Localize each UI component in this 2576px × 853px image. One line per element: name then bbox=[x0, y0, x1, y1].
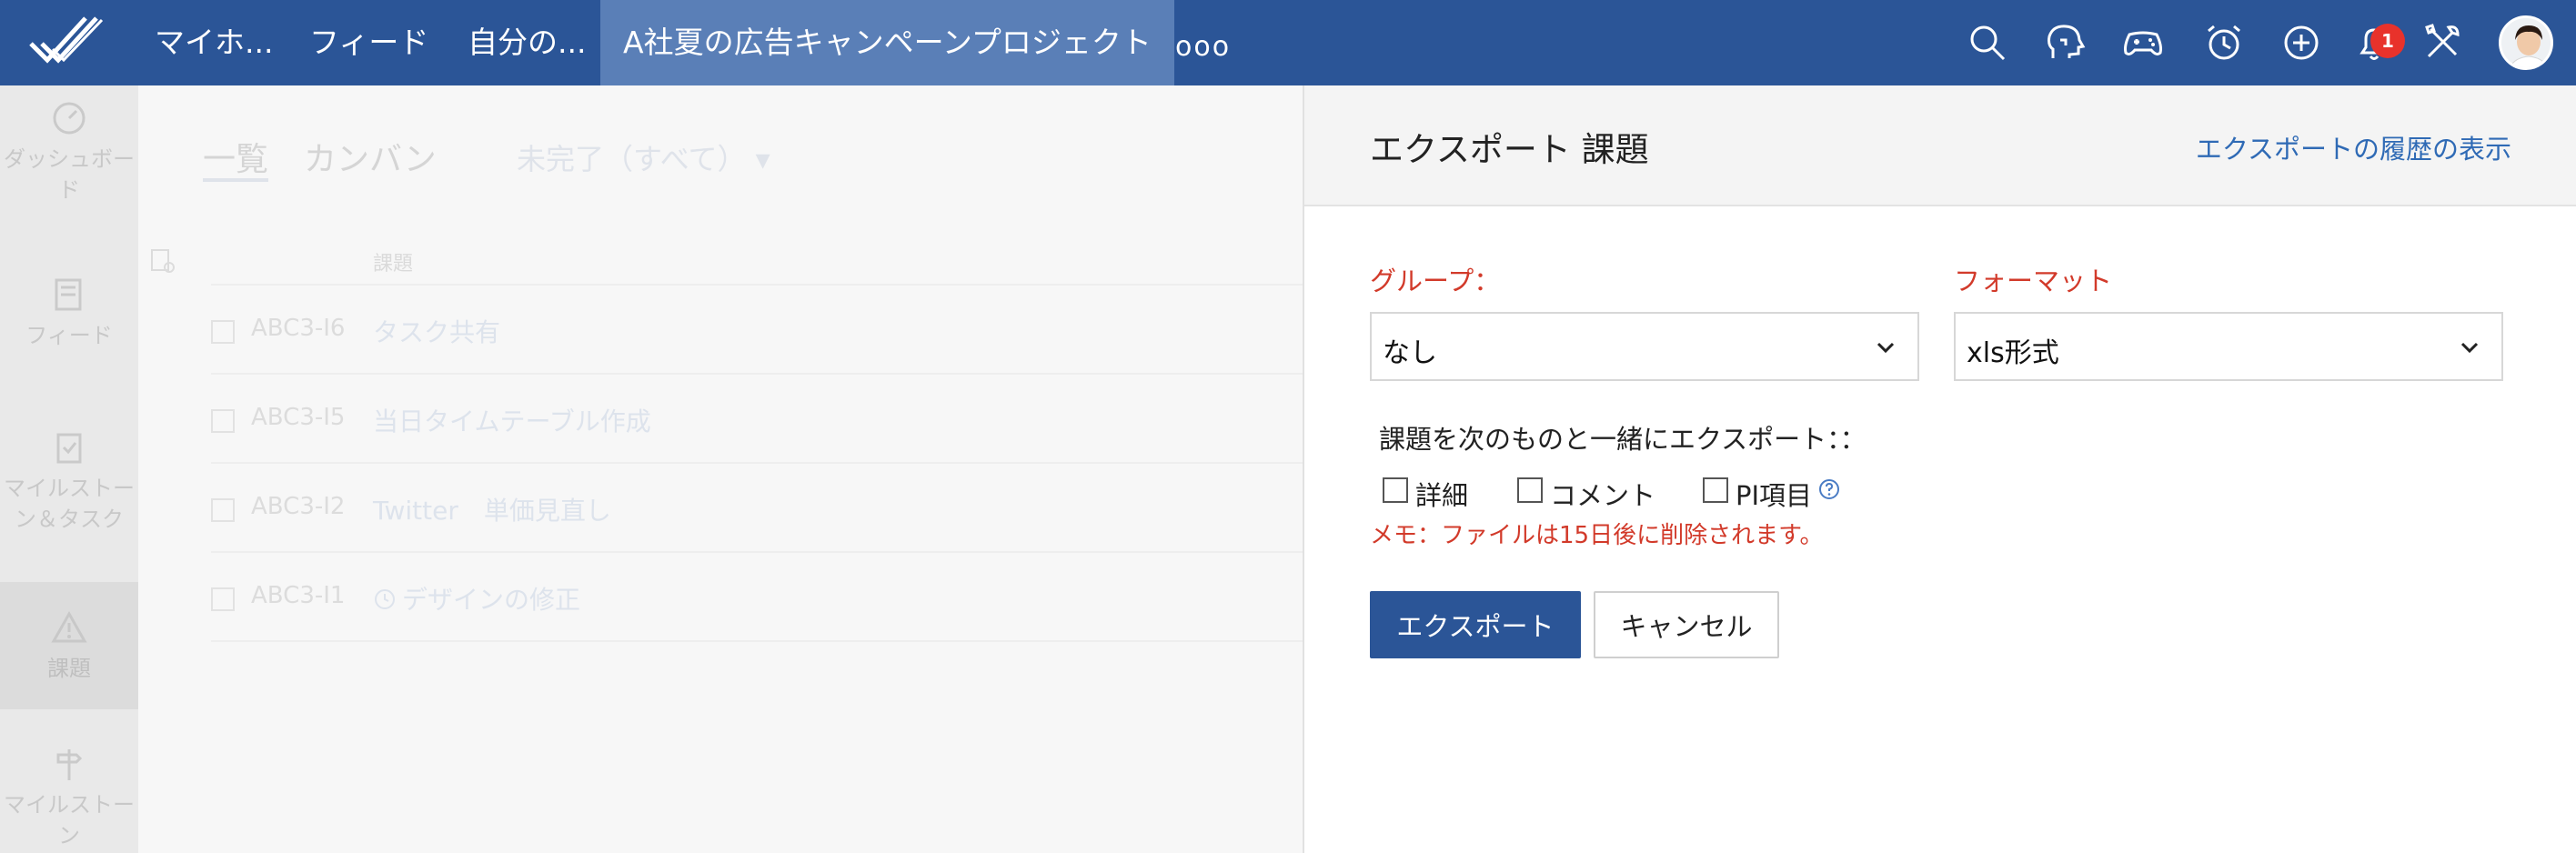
chevron-down-icon bbox=[2460, 342, 2479, 354]
sidebar-item-milestones[interactable]: マイルストーン bbox=[0, 746, 138, 851]
export-button[interactable]: エクスポート bbox=[1370, 591, 1581, 658]
export-with-label: 課題を次のものと一緒にエクスポート：： bbox=[1379, 424, 1867, 455]
sidebar-item-label: フィード bbox=[25, 323, 113, 348]
table-row: ABC3-I5 当日タイムテーブル作成 bbox=[211, 375, 1303, 464]
checkbox-label: コメント bbox=[1550, 480, 1656, 511]
cancel-button[interactable]: キャンセル bbox=[1594, 591, 1779, 658]
user-avatar[interactable] bbox=[2499, 15, 2553, 70]
checkbox-box[interactable] bbox=[1383, 477, 1408, 503]
issue-title: タスク共有 bbox=[373, 317, 501, 347]
row-checkbox bbox=[211, 587, 235, 611]
group-label: グループ： bbox=[1370, 266, 1501, 296]
table-row: ABC3-I1 デザインの修正 bbox=[211, 553, 1303, 642]
chat-icon[interactable] bbox=[2044, 22, 2086, 64]
retention-note: メモ：ファイルは15日後に削除されます。 bbox=[1370, 522, 1824, 549]
add-icon[interactable] bbox=[2280, 22, 2322, 64]
app-logo-icon[interactable] bbox=[27, 13, 106, 71]
checkbox-label: 詳細 bbox=[1415, 480, 1469, 511]
checkbox-box[interactable] bbox=[1517, 477, 1543, 503]
sidebar-item-feed[interactable]: フィード bbox=[0, 276, 138, 351]
issue-id: ABC3-I1 bbox=[251, 582, 346, 609]
row-checkbox bbox=[211, 498, 235, 522]
search-icon[interactable] bbox=[1967, 22, 2008, 64]
issue-title: 当日タイムテーブル作成 bbox=[373, 406, 651, 437]
table-row: ABC3-I2 Twitter 単価見直し bbox=[211, 464, 1303, 553]
issue-id: ABC3-I6 bbox=[251, 315, 346, 342]
clock-icon bbox=[375, 589, 395, 609]
sidebar-item-label: 課題 bbox=[47, 656, 91, 681]
tools-icon[interactable] bbox=[2421, 22, 2463, 64]
nav-tab-feed[interactable]: フィード bbox=[309, 0, 428, 85]
top-navigation-bar: マイホ... フィード 自分の... A社夏の広告キャンペーンプロジェクト oo… bbox=[0, 0, 2576, 85]
nav-tab-my-home[interactable]: マイホ... bbox=[155, 0, 273, 85]
group-select[interactable]: なし bbox=[1370, 312, 1919, 381]
notification-badge: 1 bbox=[2370, 24, 2405, 58]
issue-title: Twitter 単価見直し bbox=[373, 496, 611, 526]
panel-title: エクスポート 課題 bbox=[1370, 130, 1649, 169]
tab-kanban-view: カンバン bbox=[304, 141, 437, 178]
checkbox-box[interactable] bbox=[1703, 477, 1728, 503]
status-filter-label: 未完了（すべて） bbox=[517, 142, 747, 176]
chevron-down-icon bbox=[1877, 342, 1895, 354]
nav-tab-current-project[interactable]: A社夏の広告キャンペーンプロジェクト bbox=[600, 0, 1174, 85]
sidebar-item-issues[interactable]: 課題 bbox=[0, 582, 138, 709]
timer-icon[interactable] bbox=[2203, 22, 2245, 64]
export-history-link[interactable]: エクスポートの履歴の表示 bbox=[2196, 128, 2511, 166]
issue-id: ABC3-I2 bbox=[251, 493, 346, 520]
status-filter-dropdown: 未完了（すべて） ▾ bbox=[517, 142, 770, 176]
column-header-issue: 課題 bbox=[373, 253, 414, 276]
dashboard-icon bbox=[53, 102, 86, 135]
tab-list-view: 一覧 bbox=[203, 141, 269, 178]
group-select-value: なし bbox=[1383, 337, 1437, 369]
help-icon[interactable] bbox=[1818, 478, 1840, 500]
panel-header: エクスポート 課題 エクスポートの履歴の表示 bbox=[1304, 85, 2576, 206]
feed-icon bbox=[55, 278, 82, 311]
row-checkbox bbox=[211, 409, 235, 433]
format-select-value: xls形式 bbox=[1967, 337, 2059, 369]
nav-tab-my-work[interactable]: 自分の... bbox=[468, 0, 586, 85]
export-issues-panel: エクスポート 課題 エクスポートの履歴の表示 グループ： なし フォーマット x… bbox=[1303, 85, 2576, 853]
format-label: フォーマット bbox=[1954, 266, 2113, 296]
sidebar-item-label: マイルストーン bbox=[4, 792, 135, 848]
clipboard-icon bbox=[56, 433, 82, 464]
warning-icon bbox=[51, 610, 87, 643]
active-tab-indicator bbox=[203, 178, 268, 182]
sidebar-item-dashboard[interactable]: ダッシュボード bbox=[0, 100, 138, 206]
sidebar-item-label: ダッシュボード bbox=[4, 146, 135, 203]
gamepad-icon[interactable] bbox=[2122, 22, 2164, 64]
left-sidebar: ダッシュボード フィード マイルストーン＆タスク 課題 マイルストーン bbox=[0, 85, 138, 853]
column-settings-icon bbox=[151, 249, 175, 273]
format-select[interactable]: xls形式 bbox=[1954, 312, 2503, 381]
sidebar-item-label: マイルストーン＆タスク bbox=[4, 476, 135, 532]
checkbox-label: PI項目 bbox=[1736, 480, 1813, 511]
sidebar-item-milestones-tasks[interactable]: マイルストーン＆タスク bbox=[0, 429, 138, 535]
row-checkbox bbox=[211, 320, 235, 344]
issues-list-background: 一覧 カンバン 未完了（すべて） ▾ 課題 ABC3-I6 タスク共有 ABC3… bbox=[138, 85, 1303, 853]
issue-id: ABC3-I5 bbox=[251, 404, 346, 431]
more-tabs-button[interactable]: ooo bbox=[1175, 31, 1231, 63]
issue-title: デザインの修正 bbox=[402, 585, 581, 615]
table-row: ABC3-I6 タスク共有 bbox=[211, 286, 1303, 375]
signpost-icon bbox=[56, 749, 83, 780]
